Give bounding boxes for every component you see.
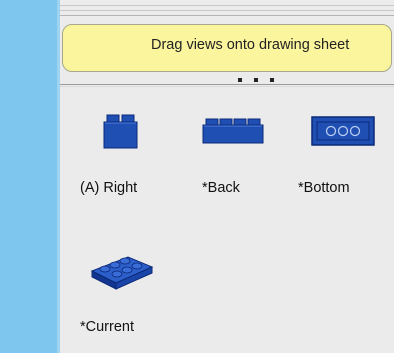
drag-hint-banner: Drag views onto drawing sheet [62,24,392,72]
panel-divider [60,84,394,85]
view-label-current: *Current [80,319,134,335]
view-palette-panel: Drag views onto drawing sheet (A) Right [60,0,394,353]
view-tile-back[interactable]: *Back [170,108,280,203]
graphics-area-strip [0,0,60,353]
view-tile-right[interactable]: (A) Right [60,108,170,203]
view-label-back: *Back [202,180,240,196]
view-label-bottom: *Bottom [298,180,350,196]
panel-header-lines [60,0,394,22]
view-tile-bottom[interactable]: *Bottom [280,108,394,203]
panel-divider-highlight [60,86,394,87]
view-palette-window: Drag views onto drawing sheet (A) Right [0,0,394,353]
view-tile-current[interactable]: *Current [60,244,170,344]
brick-right-view-icon [103,113,139,149]
brick-isometric-view-icon [88,251,154,291]
view-label-right: (A) Right [80,180,138,196]
drag-hint-text: Drag views onto drawing sheet [151,37,350,53]
brick-bottom-view-icon [311,116,375,146]
brick-back-view-icon [202,118,264,144]
